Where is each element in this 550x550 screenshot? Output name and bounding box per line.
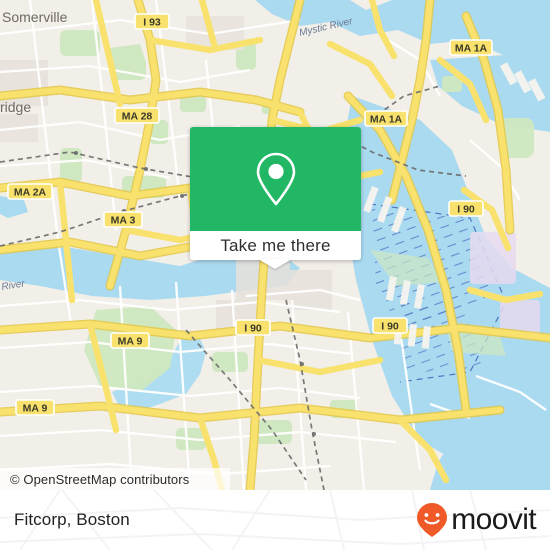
- moovit-smile-pin-icon: [417, 503, 448, 537]
- route-shield-label: MA 1A: [370, 113, 403, 125]
- route-shield-label: I 90: [457, 203, 475, 215]
- route-shield-label: MA 28: [122, 110, 153, 122]
- route-shield: I 93: [134, 13, 170, 30]
- route-shield: MA 9: [110, 332, 150, 349]
- callout-icon-area: [190, 127, 361, 231]
- place-label: ridge: [0, 99, 31, 115]
- route-shield: MA 1A: [449, 39, 493, 56]
- route-shield: MA 9: [15, 399, 55, 416]
- route-shield: I 90: [372, 317, 408, 334]
- route-shield-label: MA 9: [23, 402, 48, 414]
- route-shield: MA 3: [103, 211, 143, 228]
- route-shield-label: MA 2A: [14, 186, 47, 198]
- route-shield: I 90: [235, 319, 271, 336]
- attribution-text: © OpenStreetMap contributors: [10, 471, 190, 487]
- route-shield-label: I 90: [381, 320, 399, 332]
- route-shield: MA 1A: [364, 110, 408, 127]
- footer-bar: Fitcorp, Boston moovit: [0, 490, 550, 550]
- place-title: Fitcorp, Boston: [14, 510, 130, 529]
- route-shield: MA 28: [114, 107, 160, 124]
- callout-action-area[interactable]: Take me there: [190, 231, 361, 260]
- take-me-there-label: Take me there: [220, 235, 331, 255]
- route-shield: MA 2A: [7, 183, 53, 200]
- route-shield: I 90: [448, 200, 484, 217]
- callout-pointer-tail: [258, 259, 292, 269]
- moovit-brand[interactable]: moovit: [415, 502, 537, 538]
- route-shield-label: I 90: [244, 322, 262, 334]
- moovit-wordmark: moovit: [451, 503, 536, 536]
- station-callout-card[interactable]: Take me there: [190, 127, 361, 260]
- location-pin-icon: [256, 152, 295, 206]
- map-attribution: © OpenStreetMap contributors: [0, 468, 230, 490]
- place-label: Somerville: [2, 9, 68, 25]
- screen-root: Mystic River River Somerville ridge I 93 MA…: [0, 0, 550, 550]
- route-shield-label: MA 1A: [455, 42, 488, 54]
- route-shield-label: MA 3: [111, 214, 136, 226]
- route-shield-label: I 93: [143, 16, 161, 28]
- route-shield-label: MA 9: [118, 335, 143, 347]
- map-canvas[interactable]: Mystic River River Somerville ridge I 93 MA…: [0, 0, 550, 490]
